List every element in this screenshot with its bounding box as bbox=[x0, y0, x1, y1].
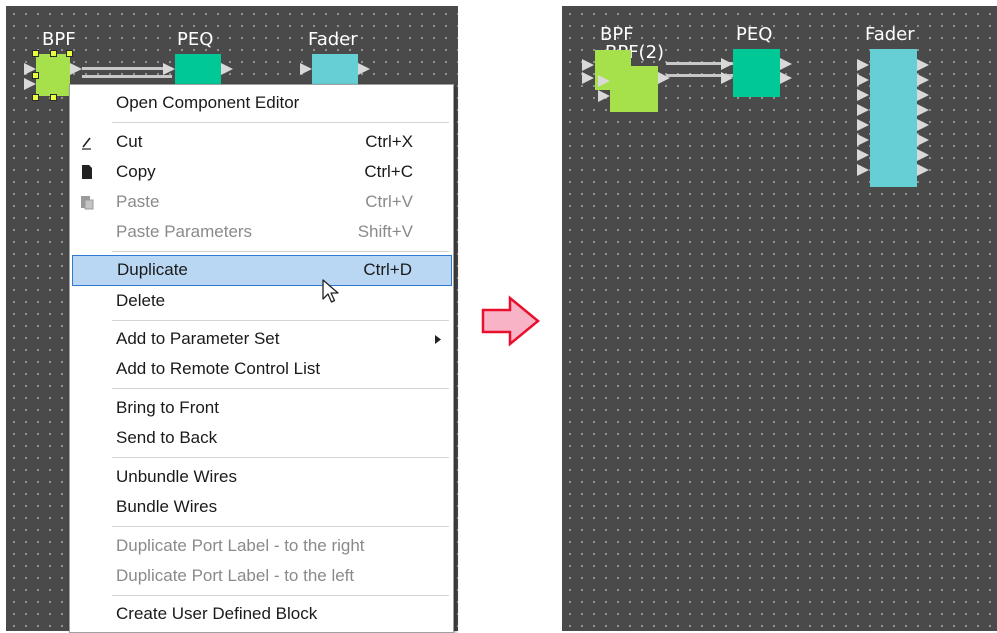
menu-item-label: Add to Remote Control List bbox=[116, 359, 321, 378]
menu-item-label: Open Component Editor bbox=[116, 93, 300, 112]
menu-item-add-to-parameter-set[interactable]: Add to Parameter Set bbox=[70, 325, 453, 353]
menu-item-paste-parameters[interactable]: Paste Parameters Shift+V bbox=[70, 218, 453, 246]
arrow-right-icon bbox=[481, 295, 540, 347]
menu-separator bbox=[112, 526, 449, 527]
fader-label: Fader bbox=[308, 29, 358, 50]
fader-output-port[interactable] bbox=[917, 134, 929, 146]
fader-label: Fader bbox=[865, 24, 915, 45]
menu-item-unbundle-wires[interactable]: Unbundle Wires bbox=[70, 463, 453, 491]
fader-input-port[interactable] bbox=[857, 104, 869, 116]
fader-output-port[interactable] bbox=[358, 63, 370, 75]
menu-item-duplicate-port-label-right[interactable]: Duplicate Port Label - to the right bbox=[70, 532, 453, 560]
fader-output-port[interactable] bbox=[917, 59, 929, 71]
menu-item-paste[interactable]: Paste Ctrl+V bbox=[70, 188, 453, 216]
menu-item-shortcut: Ctrl+C bbox=[364, 162, 413, 181]
menu-item-shortcut: Ctrl+V bbox=[365, 192, 413, 211]
selection-handle[interactable] bbox=[50, 94, 57, 101]
menu-item-open-component-editor[interactable]: Open Component Editor bbox=[70, 89, 453, 117]
menu-item-copy[interactable]: Copy Ctrl+C bbox=[70, 158, 453, 186]
menu-item-label: Bundle Wires bbox=[116, 497, 218, 516]
fader-input-port[interactable] bbox=[857, 134, 869, 146]
wire[interactable] bbox=[82, 67, 172, 70]
menu-separator bbox=[112, 595, 449, 596]
menu-item-label: Send to Back bbox=[116, 428, 218, 447]
menu-separator bbox=[112, 122, 449, 123]
wire[interactable] bbox=[82, 75, 172, 78]
menu-item-send-to-back[interactable]: Send to Back bbox=[70, 424, 453, 452]
fader-output-port[interactable] bbox=[917, 164, 929, 176]
peq-output-port-1[interactable] bbox=[780, 58, 792, 70]
context-menu: Open Component Editor Cut Ctrl+X Copy Ct… bbox=[69, 84, 454, 633]
bpf2-input-port-2[interactable] bbox=[598, 90, 610, 102]
fader-input-port[interactable] bbox=[857, 89, 869, 101]
menu-item-label: Cut bbox=[116, 132, 143, 151]
bpf-label: BPF bbox=[42, 29, 76, 50]
menu-item-label: Delete bbox=[116, 291, 166, 310]
peq-output-port-2[interactable] bbox=[780, 72, 792, 84]
menu-item-shortcut: Ctrl+X bbox=[365, 132, 413, 151]
fader-input-port[interactable] bbox=[857, 119, 869, 131]
peq-input-port-1[interactable] bbox=[721, 58, 733, 70]
menu-item-duplicate[interactable]: Duplicate Ctrl+D bbox=[72, 255, 452, 286]
right-design-canvas[interactable]: BPF BPF(2) PEQ Fader bbox=[562, 6, 997, 631]
fader-output-port[interactable] bbox=[917, 89, 929, 101]
cut-icon bbox=[82, 137, 91, 150]
menu-separator bbox=[112, 388, 449, 389]
selection-handle[interactable] bbox=[66, 50, 73, 57]
menu-item-shortcut: Ctrl+D bbox=[363, 260, 412, 279]
bpf-output-port-1[interactable] bbox=[70, 63, 82, 75]
bpf2-input-port-1[interactable] bbox=[598, 75, 610, 87]
fader-input-port[interactable] bbox=[857, 149, 869, 161]
menu-item-add-to-remote-control-list[interactable]: Add to Remote Control List bbox=[70, 355, 453, 383]
menu-separator bbox=[112, 251, 449, 252]
menu-item-bundle-wires[interactable]: Bundle Wires bbox=[70, 493, 453, 521]
bpf-block-body[interactable] bbox=[36, 54, 70, 96]
fader-output-port[interactable] bbox=[917, 149, 929, 161]
fader-block-body[interactable] bbox=[870, 49, 917, 187]
menu-item-label: Unbundle Wires bbox=[116, 467, 237, 486]
selection-handle[interactable] bbox=[32, 50, 39, 57]
fader-output-port[interactable] bbox=[917, 74, 929, 86]
fader-output-port[interactable] bbox=[917, 104, 929, 116]
menu-item-label: Duplicate Port Label - to the left bbox=[116, 566, 355, 585]
menu-separator bbox=[112, 457, 449, 458]
mouse-pointer-icon bbox=[322, 279, 339, 303]
selection-handle[interactable] bbox=[32, 94, 39, 101]
selection-handle[interactable] bbox=[32, 72, 39, 79]
submenu-arrow-icon bbox=[435, 335, 441, 344]
menu-item-cut[interactable]: Cut Ctrl+X bbox=[70, 128, 453, 156]
bpf2-block-body[interactable] bbox=[610, 66, 658, 112]
fader-input-port[interactable] bbox=[857, 59, 869, 71]
bpf-input-port-2[interactable] bbox=[582, 72, 594, 84]
menu-item-label: Paste bbox=[116, 192, 160, 211]
menu-item-label: Copy bbox=[116, 162, 156, 181]
paste-icon bbox=[81, 196, 94, 210]
peq-label: PEQ bbox=[177, 29, 214, 50]
peq-block-body[interactable] bbox=[733, 49, 780, 97]
menu-item-create-user-defined-block[interactable]: Create User Defined Block bbox=[70, 600, 453, 628]
menu-item-label: Bring to Front bbox=[116, 398, 219, 417]
menu-item-label: Paste Parameters bbox=[116, 222, 253, 241]
menu-item-shortcut: Shift+V bbox=[357, 222, 413, 241]
fader-input-port[interactable] bbox=[857, 164, 869, 176]
peq-input-port[interactable] bbox=[163, 63, 175, 75]
menu-item-delete[interactable]: Delete bbox=[70, 287, 453, 315]
menu-item-label: Duplicate Port Label - to the right bbox=[116, 536, 365, 555]
menu-item-bring-to-front[interactable]: Bring to Front bbox=[70, 394, 453, 422]
copy-icon bbox=[82, 165, 92, 179]
peq-input-port-2[interactable] bbox=[721, 72, 733, 84]
bpf-input-port-2[interactable] bbox=[24, 78, 36, 90]
fader-output-port[interactable] bbox=[917, 119, 929, 131]
menu-item-label: Add to Parameter Set bbox=[116, 329, 280, 348]
selection-handle[interactable] bbox=[50, 50, 57, 57]
fader-input-port[interactable] bbox=[857, 74, 869, 86]
peq-output-port[interactable] bbox=[221, 63, 233, 75]
menu-item-label: Create User Defined Block bbox=[116, 604, 318, 623]
peq-label: PEQ bbox=[736, 24, 773, 45]
menu-item-duplicate-port-label-left[interactable]: Duplicate Port Label - to the left bbox=[70, 562, 453, 590]
fader-input-port[interactable] bbox=[300, 63, 312, 75]
menu-item-label: Duplicate bbox=[117, 260, 188, 279]
menu-separator bbox=[112, 320, 449, 321]
bpf-input-port-1[interactable] bbox=[582, 59, 594, 71]
